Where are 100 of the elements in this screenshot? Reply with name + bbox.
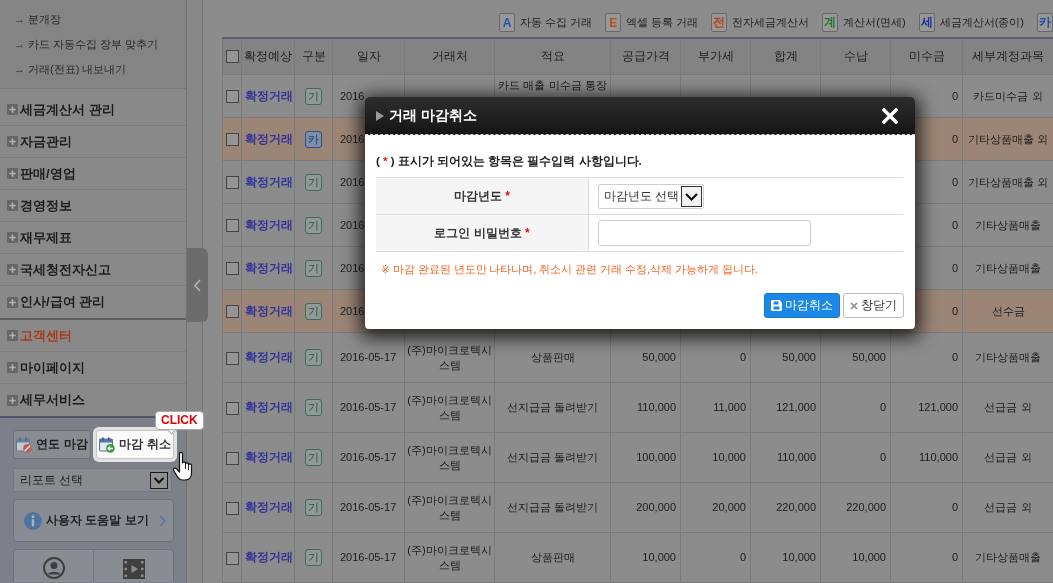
close-icon [850,301,858,310]
menu-item[interactable]: 세금계산서 관리 [0,94,186,126]
menu-item[interactable]: 인사/급여 관리 [0,286,186,318]
expand-plus-icon [7,104,18,115]
table-cell: 2016-05-17 [332,382,405,433]
password-field[interactable] [598,220,811,246]
table-cell: 상품판매 [494,532,611,583]
menu-item[interactable]: 경영정보 [0,190,186,222]
table-cell: 0 [680,532,751,583]
table-cell: 50,000 [820,332,891,383]
table-cell: 0 [890,482,963,533]
table-cell: 선지급금 돌려받기 [494,432,611,483]
row-checkbox[interactable] [225,219,239,233]
row-checkbox[interactable] [225,176,239,190]
type-badge: 카 [305,130,322,148]
report-select[interactable]: 리포트 선택 [13,468,172,492]
row-checkbox[interactable] [225,262,239,276]
table-cell: (주)마이크로텍시스템 [404,382,495,433]
column-header: 합계 [750,37,821,75]
menu-item[interactable]: 자금관리 [0,126,186,158]
expand-plus-icon [7,362,18,373]
source-badge: 세 [918,13,935,33]
calendar-prohibited-icon [16,436,33,453]
click-callout: CLICK [155,411,204,434]
table-cell: 110,000 [750,432,821,483]
expand-plus-icon [7,330,18,341]
field-label: 마감년도 * [376,177,589,215]
row-checkbox[interactable] [225,451,239,465]
type-badge: 기 [305,302,322,320]
type-badge: 기 [305,549,322,566]
menu-item[interactable]: 마이페이지 [0,352,186,384]
table-cell: 10,000 [750,532,821,583]
row-checkbox[interactable] [225,133,239,147]
menu-item[interactable]: 판매/영업 [0,158,186,190]
type-badge: 기 [305,216,322,234]
row-checkbox[interactable] [225,501,239,515]
chevron-right-icon [159,514,166,527]
table-cell: 2016-05-17 [332,332,405,383]
chevron-down-icon [681,185,703,207]
table-cell: 0 [680,332,751,383]
film-play-icon [122,559,145,579]
table-cell: 200,000 [610,482,681,533]
menu-item[interactable]: 국세청전자신고 [0,254,186,286]
table-cell: 0 [890,532,963,583]
select-all-checkbox[interactable] [225,50,239,63]
table-cell: 0 [820,382,891,433]
triangle-right-icon [376,110,384,121]
table-cell: 50,000 [610,332,681,383]
row-checkbox[interactable] [225,305,239,319]
year-select[interactable]: 마감년도 선택 [598,183,705,209]
legend-label: 전자세금계산서 [732,15,810,31]
column-header: 확정예상 [241,37,295,75]
user-circle-icon [42,557,65,579]
type-badge: 기 [305,87,322,105]
year-close-button[interactable]: 연도 마감 [13,430,91,459]
close-window-button[interactable]: 창닫기 [843,293,904,318]
column-header: 구분 [294,37,333,75]
table-cell: 100,000 [610,432,681,483]
table-cell: 110,000 [610,382,681,433]
save-icon [771,300,782,311]
sidebar-link[interactable]: → 카드 자동수집 장부 맞추기 [14,37,159,52]
row-checkbox[interactable] [225,351,239,365]
sidebar-link[interactable]: → 거래(전표) 내보내기 [14,62,127,77]
type-badge: 기 [305,499,322,516]
chevron-down-icon [150,471,168,489]
type-badge: 기 [305,173,322,191]
table-cell: 10,000 [820,532,891,583]
help-button[interactable]: 사용자 도움말 보기 [13,499,174,542]
type-badge: 기 [305,349,322,366]
close-icon[interactable] [882,107,898,124]
chevron-left-icon [194,278,201,292]
table-cell: 2016-05-17 [332,482,405,533]
cancel-close-button[interactable]: 마감 취소 [96,430,174,459]
table-cell: 121,000 [750,382,821,433]
table-cell: 121,000 [890,382,963,433]
source-badge: 카 [1037,13,1053,33]
expand-plus-icon [7,394,18,406]
table-cell: 11,000 [680,382,751,433]
expand-plus-icon [7,200,18,211]
row-checkbox[interactable] [225,401,239,415]
column-header: 적요 [494,37,611,75]
column-header: 공급가격 [610,37,681,75]
cancel-closing-button[interactable]: 마감취소 [764,293,840,318]
menu-item[interactable]: 재무제표 [0,222,186,254]
field-label: 로그인 비밀번호 * [376,214,589,252]
hand-cursor-icon [172,451,194,481]
source-badge: A [499,13,516,33]
source-badge: E [605,13,622,33]
expand-plus-icon [7,168,18,179]
legend-label: 자동 수집 거래 [520,15,593,31]
sidebar-link[interactable]: → 분개장 [14,12,62,27]
legend-label: 엑셀 등록 거래 [626,15,699,31]
expand-plus-icon [7,296,18,308]
table-cell: 선지급금 돌려받기 [494,482,611,533]
source-badge: 전 [711,13,728,33]
column-header: 일자 [332,37,405,75]
table-cell: 0 [890,332,963,383]
row-checkbox[interactable] [225,551,239,565]
row-checkbox[interactable] [225,90,239,104]
expand-plus-icon [7,264,18,275]
